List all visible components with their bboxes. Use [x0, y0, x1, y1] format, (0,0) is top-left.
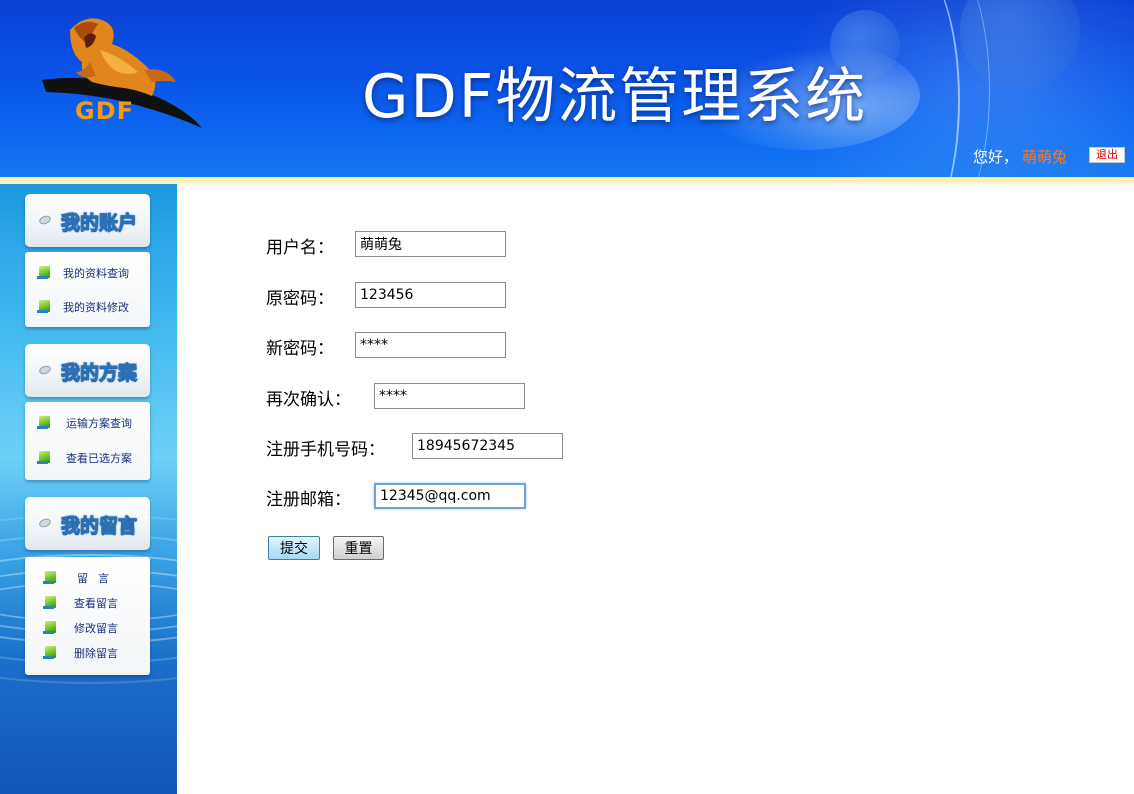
section-my-plans[interactable]: 我的方案 [25, 344, 150, 397]
monitor-icon [37, 416, 50, 429]
section-plans-menu: 运输方案查询 查看已选方案 [25, 402, 150, 480]
monitor-icon [37, 266, 50, 279]
menu-item-label: 修改留言 [74, 622, 118, 635]
menu-item-view-messages[interactable]: 查看留言 [25, 592, 150, 614]
username-input[interactable] [355, 231, 506, 257]
section-title: 我的方案 [60, 362, 138, 385]
monitor-icon [43, 621, 56, 634]
menu-item-transport-plan-query[interactable]: 运输方案查询 [25, 412, 150, 434]
section-messages-menu: 留言 查看留言 修改留言 删除留言 [25, 557, 150, 675]
old-password-input[interactable] [355, 282, 506, 308]
phone-label: 注册手机号码： [266, 440, 385, 460]
mouse-icon [37, 214, 53, 226]
phone-input[interactable] [412, 433, 563, 459]
mouse-icon [37, 517, 53, 529]
greeting-text: 您好， [973, 148, 1019, 166]
confirm-password-label: 再次确认： [266, 390, 351, 410]
username-display: 萌萌兔 [1022, 148, 1068, 166]
monitor-icon [37, 300, 50, 313]
menu-item-label: 删除留言 [74, 647, 118, 660]
system-title: GDF物流管理系统 [362, 62, 868, 132]
new-password-input[interactable] [355, 332, 506, 358]
menu-item-label: 留言 [77, 572, 119, 585]
email-label: 注册邮箱： [266, 490, 351, 510]
old-password-label: 原密码： [266, 289, 334, 309]
monitor-icon [43, 571, 56, 584]
menu-item-label: 查看已选方案 [66, 452, 132, 465]
menu-item-label: 查看留言 [74, 597, 118, 610]
section-my-messages[interactable]: 我的留言 [25, 497, 150, 550]
menu-item-profile-edit[interactable]: 我的资料修改 [25, 296, 150, 318]
logo-wordmark: GDF [75, 97, 135, 125]
email-input[interactable] [374, 483, 526, 509]
header-banner: GDF GDF物流管理系统 您好， 萌萌兔 退出 [0, 0, 1134, 177]
menu-item-edit-messages[interactable]: 修改留言 [25, 617, 150, 639]
submit-button[interactable]: 提交 [268, 536, 320, 560]
menu-item-delete-messages[interactable]: 删除留言 [25, 642, 150, 664]
confirm-password-input[interactable] [374, 383, 525, 409]
sidebar: 我的账户 我的资料查询 我的资料修改 我的方案 运输方案查询 查看已选方案 我的… [0, 184, 177, 794]
logout-button[interactable]: 退出 [1089, 147, 1125, 163]
mouse-icon [37, 364, 53, 376]
section-title: 我的账户 [60, 212, 138, 235]
user-greeting: 您好， 萌萌兔 [973, 146, 1067, 167]
header-divider [0, 177, 1134, 184]
menu-item-label: 运输方案查询 [66, 417, 132, 430]
section-title: 我的留言 [60, 515, 138, 538]
reset-button[interactable]: 重置 [333, 536, 384, 560]
new-password-label: 新密码： [266, 339, 334, 359]
menu-item-label: 我的资料查询 [63, 267, 129, 280]
monitor-icon [43, 596, 56, 609]
username-label: 用户名： [266, 238, 334, 258]
menu-item-label: 我的资料修改 [63, 301, 129, 314]
section-account-menu: 我的资料查询 我的资料修改 [25, 252, 150, 327]
section-my-account[interactable]: 我的账户 [25, 194, 150, 247]
monitor-icon [37, 451, 50, 464]
menu-item-leave-message[interactable]: 留言 [25, 567, 150, 589]
menu-item-profile-query[interactable]: 我的资料查询 [25, 262, 150, 284]
menu-item-view-selected-plans[interactable]: 查看已选方案 [25, 447, 150, 469]
banner-arc [870, 0, 990, 177]
monitor-icon [43, 646, 56, 659]
